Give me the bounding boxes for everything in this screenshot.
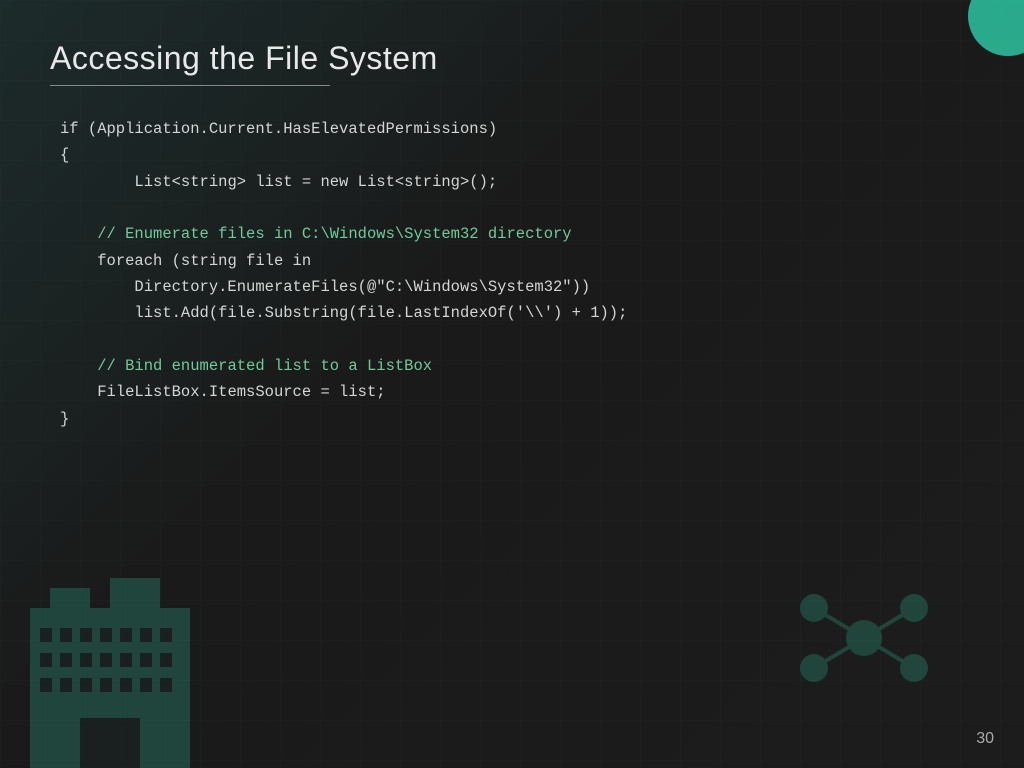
slide-title: Accessing the File System [50, 40, 974, 77]
code-line-7: Directory.EnumerateFiles(@"C:\Windows\Sy… [134, 278, 590, 296]
building-background [0, 568, 220, 768]
code-comment-1: // Enumerate files in C:\Windows\System3… [97, 225, 571, 243]
code-block: if (Application.Current.HasElevatedPermi… [50, 116, 974, 432]
code-line-6: foreach (string file in [97, 252, 311, 270]
code-line-1: if (Application.Current.HasElevatedPermi… [60, 120, 497, 138]
code-line-2: { [60, 146, 69, 164]
code-line-12: } [60, 410, 69, 428]
title-divider [50, 85, 330, 86]
molecule-background [784, 568, 944, 708]
slide-number: 30 [976, 730, 994, 748]
slide-content: Accessing the File System if (Applicatio… [0, 0, 1024, 462]
code-line-8: list.Add(file.Substring(file.LastIndexOf… [134, 304, 627, 322]
code-comment-2: // Bind enumerated list to a ListBox [97, 357, 432, 375]
slide: Accessing the File System if (Applicatio… [0, 0, 1024, 768]
code-line-3: List<string> list = new List<string>(); [97, 173, 497, 191]
code-line-11: FileListBox.ItemsSource = list; [97, 383, 385, 401]
